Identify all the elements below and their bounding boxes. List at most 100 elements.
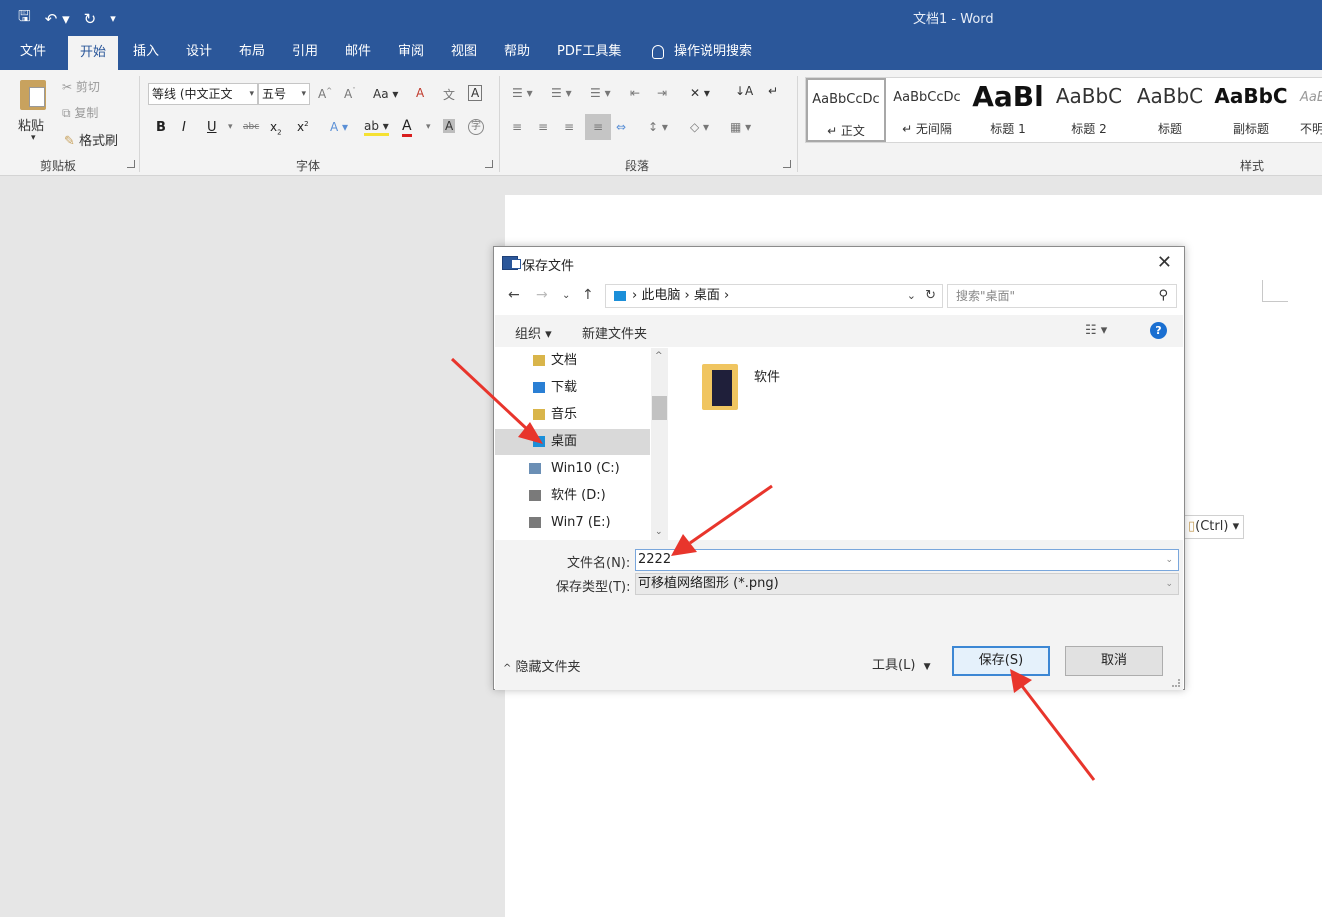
style-subtle[interactable]: AaB 不明 (1292, 78, 1322, 142)
nav-item-desktop[interactable]: 桌面 (495, 429, 650, 455)
search-input[interactable]: 搜索"桌面" ⚲ (947, 284, 1177, 308)
subscript-icon[interactable]: x2 (270, 120, 282, 136)
up-arrow-icon[interactable]: ↑ (582, 287, 594, 303)
enclose-char-icon[interactable]: 字 (468, 119, 484, 135)
scroll-down-icon[interactable]: ⌄ (655, 527, 663, 537)
font-size-combo[interactable]: 五号 ▾ (258, 83, 310, 105)
tab-pdf-tools[interactable]: PDF工具集 (557, 34, 621, 70)
align-center-icon[interactable]: ≡ (538, 120, 548, 134)
chevron-down-icon[interactable]: ⌄ (907, 285, 916, 307)
help-icon[interactable]: ? (1150, 322, 1167, 339)
customize-qat-icon[interactable]: ▾ (110, 12, 116, 25)
borders-icon[interactable]: ▦ ▾ (730, 120, 751, 134)
numbering-icon[interactable]: ☰ ▾ (551, 86, 572, 100)
nav-item-music[interactable]: 音乐 (495, 402, 650, 428)
change-case-button[interactable]: Aa ▾ (373, 87, 398, 101)
nav-scrollbar[interactable]: ^ ⌄ (651, 348, 668, 540)
file-item-folder[interactable]: 软件 (702, 360, 792, 420)
paste-dropdown-icon[interactable]: ▾ (31, 133, 36, 143)
nav-item-drive-e[interactable]: Win7 (E:) (495, 510, 650, 536)
style-no-spacing[interactable]: AaBbCcDc ↵ 无间隔 (887, 78, 967, 142)
tab-layout[interactable]: 布局 (239, 34, 265, 70)
resize-grip-icon[interactable] (1172, 679, 1180, 687)
tab-review[interactable]: 审阅 (398, 34, 424, 70)
nav-item-downloads[interactable]: 下载 (495, 375, 650, 401)
justify-icon[interactable]: ≡ (585, 114, 611, 140)
breadcrumb-this-pc[interactable]: 此电脑 (641, 288, 680, 303)
shading-icon[interactable]: ◇ ▾ (690, 120, 709, 134)
superscript-icon[interactable]: x2 (297, 120, 309, 134)
bullets-icon[interactable]: ☰ ▾ (512, 86, 533, 100)
organize-button[interactable]: 组织 ▾ (515, 323, 552, 342)
tab-home[interactable]: 开始 (68, 36, 119, 70)
tab-mailings[interactable]: 邮件 (345, 34, 371, 70)
underline-dropdown-icon[interactable]: ▾ (228, 122, 233, 132)
font-color-dropdown-icon[interactable]: ▾ (426, 122, 431, 132)
shrink-font-icon[interactable]: Aˇ (344, 87, 356, 101)
new-folder-button[interactable]: 新建文件夹 (582, 323, 647, 342)
tab-insert[interactable]: 插入 (133, 34, 159, 70)
font-color-icon[interactable]: A (402, 118, 412, 137)
nav-item-drive-c[interactable]: Win10 (C:) (495, 456, 650, 482)
grow-font-icon[interactable]: A^ (318, 87, 332, 101)
sort-icon[interactable]: ↓A (735, 84, 753, 98)
show-marks-icon[interactable]: ↵ (768, 84, 778, 98)
cancel-button[interactable]: 取消 (1065, 646, 1163, 676)
paste-options-tag[interactable]: ▯(Ctrl) ▾ (1183, 515, 1245, 539)
tab-view[interactable]: 视图 (451, 34, 477, 70)
paragraph-launcher-icon[interactable] (783, 160, 791, 168)
highlight-icon[interactable]: ab ▾ (364, 119, 389, 136)
underline-icon[interactable]: U (207, 120, 217, 135)
breadcrumb-desktop[interactable]: 桌面 (694, 288, 720, 303)
paste-icon[interactable] (20, 80, 46, 110)
filename-input[interactable]: 2222 ⌄ (635, 549, 1179, 571)
chevron-down-icon[interactable]: ⌄ (1165, 550, 1173, 570)
style-subtitle[interactable]: AaBbC 副标题 (1211, 78, 1291, 142)
copy-button[interactable]: ⧉ 复制 (62, 104, 98, 121)
nav-item-documents[interactable]: 文档 (495, 348, 650, 374)
decrease-indent-icon[interactable]: ⇤ (630, 86, 640, 100)
tab-design[interactable]: 设计 (186, 34, 212, 70)
multilevel-list-icon[interactable]: ☰ ▾ (590, 86, 611, 100)
paste-button[interactable]: 粘贴 (18, 115, 44, 134)
redo-icon[interactable]: ↻ (84, 10, 97, 28)
tab-file[interactable]: 文件 (20, 34, 46, 70)
style-normal[interactable]: AaBbCcDc ↵ 正文 (806, 78, 886, 142)
clear-formatting-icon[interactable]: A (416, 86, 424, 100)
char-shading-icon[interactable]: A (443, 119, 456, 133)
recent-locations-icon[interactable]: ⌄ (562, 290, 570, 301)
font-launcher-icon[interactable] (485, 160, 493, 168)
tell-me-search[interactable]: 操作说明搜索 (652, 34, 752, 70)
format-painter-button[interactable]: ✎ 格式刷 (64, 130, 118, 149)
increase-indent-icon[interactable]: ⇥ (657, 86, 667, 100)
phonetic-guide-icon[interactable]: 文 (443, 86, 455, 103)
hide-folders-toggle[interactable]: ^ 隐藏文件夹 (503, 656, 581, 675)
scroll-up-icon[interactable]: ^ (655, 351, 663, 361)
italic-icon[interactable]: I (182, 120, 186, 135)
chevron-down-icon[interactable]: ⌄ (1165, 574, 1173, 594)
chinese-layout-icon[interactable]: ✕ ▾ (690, 86, 710, 100)
scroll-thumb[interactable] (652, 396, 667, 420)
clipboard-launcher-icon[interactable] (127, 160, 135, 168)
save-button[interactable]: 保存(S) (952, 646, 1050, 676)
close-icon[interactable]: ✕ (1157, 252, 1172, 273)
align-left-icon[interactable]: ≡ (512, 120, 522, 134)
forward-arrow-icon[interactable]: → (536, 287, 548, 303)
bold-icon[interactable]: B (156, 120, 166, 135)
text-effects-icon[interactable]: A ▾ (330, 120, 348, 134)
nav-item-drive-d[interactable]: 软件 (D:) (495, 483, 650, 509)
style-heading-2[interactable]: AaBbC 标题 2 (1049, 78, 1129, 142)
char-border-icon[interactable]: A (468, 85, 483, 101)
align-right-icon[interactable]: ≡ (564, 120, 574, 134)
cut-button[interactable]: ✂ 剪切 (62, 78, 100, 95)
save-icon[interactable]: 🖫 (18, 6, 31, 31)
view-options-icon[interactable]: ☷ ▾ (1085, 323, 1107, 338)
style-title[interactable]: AaBbC 标题 (1130, 78, 1210, 142)
font-name-combo[interactable]: 等线 (中文正文 ▾ (148, 83, 258, 105)
back-arrow-icon[interactable]: ← (508, 287, 520, 303)
distribute-icon[interactable]: ⇔ (616, 120, 626, 134)
address-bar[interactable]: › 此电脑 › 桌面 › ⌄ ↻ (605, 284, 943, 308)
undo-icon[interactable]: ↶ ▾ (45, 10, 70, 28)
refresh-icon[interactable]: ↻ (925, 285, 936, 307)
line-spacing-icon[interactable]: ↕ ▾ (648, 120, 668, 134)
